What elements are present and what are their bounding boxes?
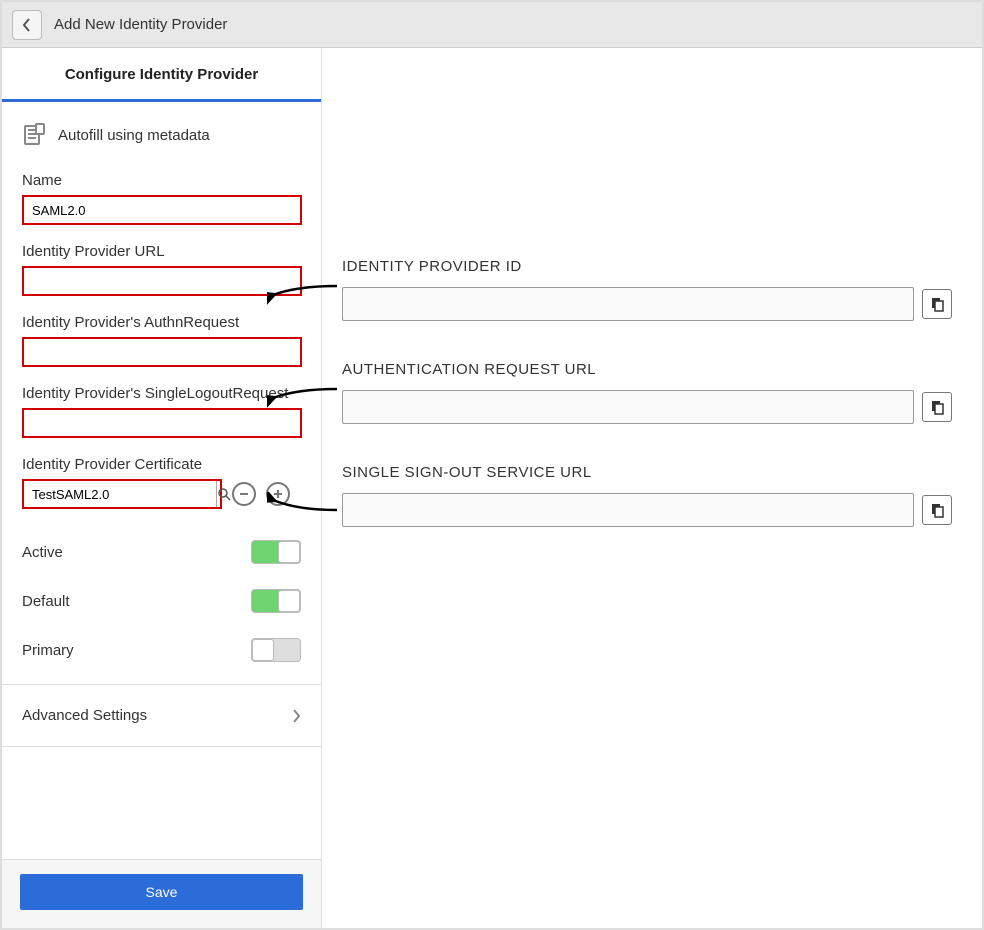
save-button[interactable]: Save — [20, 874, 303, 910]
advanced-settings-row[interactable]: Advanced Settings — [2, 684, 321, 747]
name-label: Name — [22, 172, 301, 189]
copy-sso-out-button[interactable] — [922, 495, 952, 525]
auth-url-label: AUTHENTICATION REQUEST URL — [342, 361, 952, 378]
arrow-annotation — [267, 280, 342, 310]
idp-id-label: IDENTITY PROVIDER ID — [342, 258, 952, 275]
arrow-annotation — [267, 492, 342, 522]
default-toggle[interactable] — [251, 589, 301, 613]
advanced-settings-label: Advanced Settings — [22, 707, 147, 724]
sso-out-label: SINGLE SIGN-OUT SERVICE URL — [342, 464, 952, 481]
arrow-annotation — [267, 383, 342, 413]
page-title: Add New Identity Provider — [54, 16, 227, 33]
idp-id-input[interactable] — [342, 287, 914, 321]
minus-icon — [238, 488, 250, 500]
tab-configure-idp[interactable]: Configure Identity Provider — [2, 48, 321, 102]
default-label: Default — [22, 593, 70, 610]
active-label: Active — [22, 544, 63, 561]
chevron-left-icon — [22, 18, 32, 32]
copy-idp-id-button[interactable] — [922, 289, 952, 319]
autofill-label: Autofill using metadata — [58, 127, 210, 144]
right-panel: IDENTITY PROVIDER ID AUTHENTICATION REQU… — [322, 48, 982, 928]
page-header: Add New Identity Provider — [2, 2, 982, 48]
authn-label: Identity Provider's AuthnRequest — [22, 314, 301, 331]
copy-icon — [929, 502, 945, 518]
left-panel: Configure Identity Provider Autofill usi… — [2, 48, 322, 928]
name-input[interactable] — [22, 195, 302, 225]
primary-label: Primary — [22, 642, 74, 659]
primary-toggle[interactable] — [251, 638, 301, 662]
cert-search-button[interactable] — [216, 481, 231, 507]
search-icon — [217, 487, 231, 501]
idp-url-input[interactable] — [22, 266, 302, 296]
copy-auth-url-button[interactable] — [922, 392, 952, 422]
remove-cert-button[interactable] — [232, 482, 256, 506]
sso-out-input[interactable] — [342, 493, 914, 527]
cert-input[interactable] — [24, 483, 216, 506]
active-toggle[interactable] — [251, 540, 301, 564]
copy-icon — [929, 296, 945, 312]
slo-input[interactable] — [22, 408, 302, 438]
copy-icon — [929, 399, 945, 415]
idp-url-label: Identity Provider URL — [22, 243, 301, 260]
auth-url-input[interactable] — [342, 390, 914, 424]
back-button[interactable] — [12, 10, 42, 40]
slo-label: Identity Provider's SingleLogoutRequest — [22, 385, 301, 402]
authn-input[interactable] — [22, 337, 302, 367]
chevron-right-icon — [291, 708, 301, 724]
autofill-row[interactable]: Autofill using metadata — [22, 122, 301, 148]
cert-label: Identity Provider Certificate — [22, 456, 301, 473]
document-metadata-icon — [22, 122, 48, 148]
